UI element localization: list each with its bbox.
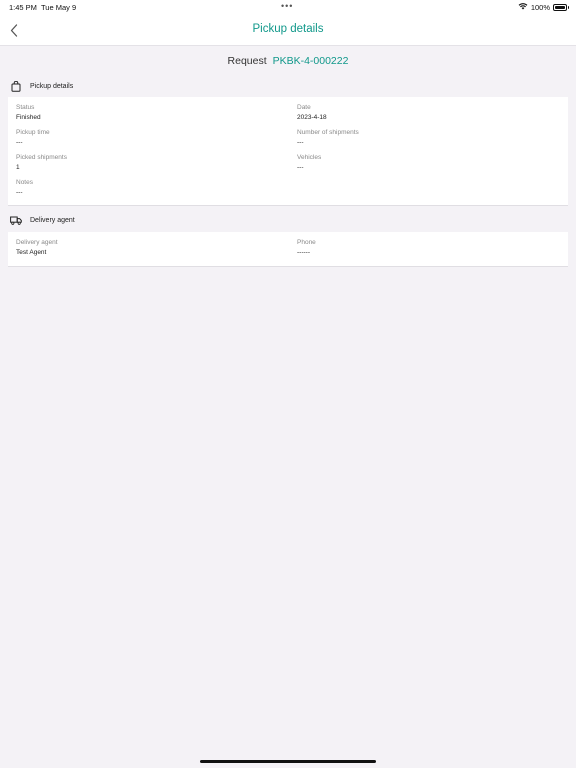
status-field: Status Finished xyxy=(16,104,41,121)
delivery-agent-field: Delivery agent Test Agent xyxy=(16,239,58,256)
number-of-shipments-field: Number of shipments --- xyxy=(297,129,359,146)
date-field: Date 2023-4-18 xyxy=(297,104,327,121)
vehicles-label: Vehicles xyxy=(297,154,322,161)
number-of-shipments-label: Number of shipments xyxy=(297,129,359,136)
navigation-bar: Pickup details xyxy=(0,14,576,46)
pickup-details-card: Status Finished Date 2023-4-18 Pickup ti… xyxy=(8,97,568,206)
delivery-agent-label: Delivery agent xyxy=(16,239,58,246)
home-indicator[interactable] xyxy=(200,760,376,763)
pickup-time-field: Pickup time --- xyxy=(16,129,50,146)
date-value: 2023-4-18 xyxy=(297,114,327,121)
shopping-bag-icon xyxy=(10,80,22,92)
status-value: Finished xyxy=(16,114,41,121)
picked-shipments-label: Picked shipments xyxy=(16,154,67,161)
status-date: Tue May 9 xyxy=(41,3,77,12)
number-of-shipments-value: --- xyxy=(297,139,304,146)
notes-label: Notes xyxy=(16,179,33,186)
phone-label: Phone xyxy=(297,239,316,246)
delivery-agent-value: Test Agent xyxy=(16,249,47,256)
delivery-agent-card: Delivery agent Test Agent Phone ------ xyxy=(8,232,568,267)
request-id: PKBK-4-000222 xyxy=(272,55,349,67)
request-line: Request PKBK-4-000222 xyxy=(0,55,576,67)
pickup-details-header: Pickup details xyxy=(10,80,73,92)
picked-shipments-field: Picked shipments 1 xyxy=(16,154,67,171)
picked-shipments-value: 1 xyxy=(16,164,20,171)
vehicles-field: Vehicles --- xyxy=(297,154,321,171)
request-label: Request xyxy=(227,55,267,67)
date-label: Date xyxy=(297,104,311,111)
battery-icon xyxy=(553,3,569,11)
status-label: Status xyxy=(16,104,35,111)
status-time: 1:45 PM xyxy=(9,3,37,12)
battery-percent: 100% xyxy=(530,2,550,12)
pickup-details-title: Pickup details xyxy=(30,82,74,90)
phone-field: Phone ------ xyxy=(297,239,316,256)
truck-icon xyxy=(10,214,22,226)
status-indicators: 100% xyxy=(518,2,569,12)
page-title: Pickup details xyxy=(252,23,324,35)
status-bar: 1:45 PM Tue May 9 ••• 100% xyxy=(0,0,576,14)
vehicles-value: --- xyxy=(297,164,304,171)
pickup-time-value: --- xyxy=(16,139,23,146)
notes-value: --- xyxy=(16,189,23,196)
pickup-time-label: Pickup time xyxy=(16,129,50,136)
delivery-agent-title: Delivery agent xyxy=(30,216,75,224)
delivery-agent-header: Delivery agent xyxy=(10,214,75,226)
multitasking-dots[interactable]: ••• xyxy=(281,1,293,11)
notes-field: Notes --- xyxy=(16,179,33,196)
phone-value: ------ xyxy=(297,249,310,256)
wifi-icon xyxy=(518,2,528,12)
